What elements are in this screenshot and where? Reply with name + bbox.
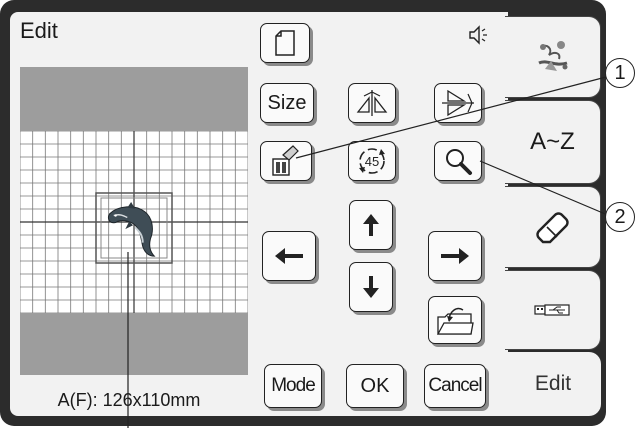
rotate-icon: 45: [359, 148, 385, 174]
cancel-button-label: Cancel: [428, 375, 482, 396]
callout-1: 1: [605, 58, 635, 88]
machine-frame: Edit A(F): 126x110mm Size 45 Mode OK Can…: [0, 0, 606, 426]
arrow-up-icon: [363, 214, 379, 236]
arrow-right-icon: [441, 248, 469, 264]
side-tabs: A~Z Edit: [505, 0, 606, 426]
move-left-button[interactable]: [262, 231, 316, 281]
size-button-label: Size: [267, 91, 307, 114]
callout-1-label: 1: [614, 61, 626, 84]
ok-button-label: OK: [360, 374, 390, 397]
eraser-icon: [535, 212, 569, 244]
cancel-button[interactable]: Cancel: [424, 364, 486, 408]
zoom-button[interactable]: [434, 141, 482, 181]
open-folder-button[interactable]: [428, 296, 482, 344]
mode-button-label: Mode: [271, 375, 316, 396]
move-right-button[interactable]: [428, 231, 482, 281]
arrow-left-icon: [275, 248, 303, 264]
magnify-icon: [446, 149, 472, 175]
arrow-down-icon: [363, 276, 379, 298]
speaker-icon[interactable]: [468, 25, 490, 45]
callout-2-label: 2: [614, 205, 626, 228]
callout-2: 2: [605, 202, 635, 232]
delete-button[interactable]: [260, 141, 312, 181]
mirror-vertical-icon: [442, 89, 474, 117]
mirror-horizontal-icon: [356, 90, 388, 116]
move-down-button[interactable]: [349, 262, 393, 312]
pattern-size-text: A(F): 126x110mm: [57, 390, 201, 410]
tab-pattern[interactable]: [505, 16, 601, 98]
new-page-button[interactable]: [260, 23, 310, 63]
page-title: Edit: [20, 18, 58, 43]
delete-icon: [272, 145, 299, 176]
tab-alphabet[interactable]: A~Z: [505, 100, 601, 184]
pattern-preview[interactable]: [20, 67, 248, 375]
move-up-button[interactable]: [349, 200, 393, 250]
size-button[interactable]: Size: [260, 83, 314, 123]
rotate-angle-label: 45: [365, 154, 379, 169]
usb-icon: [533, 304, 570, 316]
open-folder-icon: [436, 307, 474, 335]
rotate-button[interactable]: 45: [348, 141, 396, 181]
tab-eraser[interactable]: [505, 186, 601, 268]
mirror-vertical-button[interactable]: [434, 83, 482, 123]
tab-edit[interactable]: Edit: [505, 352, 601, 416]
tab-edit-label: Edit: [534, 372, 572, 395]
tab-usb[interactable]: [505, 270, 601, 350]
mode-button[interactable]: Mode: [264, 364, 322, 408]
mirror-horizontal-button[interactable]: [348, 83, 396, 123]
edit-screen: Edit A(F): 126x110mm Size 45 Mode OK Can…: [10, 12, 508, 416]
embroidery-pattern-icon: [537, 41, 567, 71]
ok-button[interactable]: OK: [346, 364, 404, 408]
dolphin-pattern[interactable]: [106, 200, 164, 262]
tab-alphabet-label: A~Z: [530, 128, 575, 155]
page-icon: [275, 30, 295, 56]
